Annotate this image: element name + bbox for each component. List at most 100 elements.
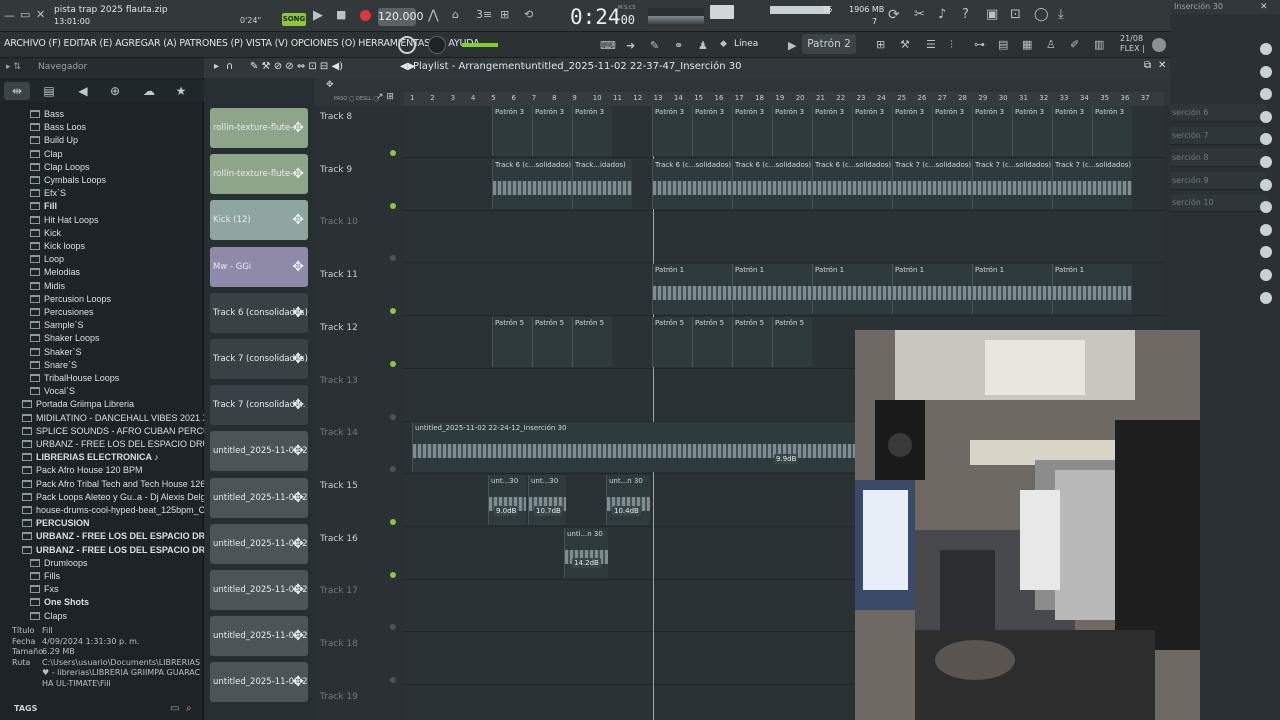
- metronome-icon[interactable]: ⋀: [428, 8, 439, 23]
- browser-folder[interactable]: URBANZ - FREE LOS DEL ESPACIO DRUM KIT: [22, 530, 204, 543]
- browser-folder[interactable]: SPLICE SOUNDS - AFRO CUBAN PERCUSSION: [22, 425, 204, 438]
- pattern-clip[interactable]: Patrón 3: [852, 106, 892, 156]
- track-name[interactable]: Track 15: [320, 481, 404, 491]
- browser-folder[interactable]: Clap: [30, 148, 63, 161]
- pattern-clip[interactable]: Patrón 1: [1052, 264, 1132, 315]
- browser-folder[interactable]: Hit Hat Loops: [30, 214, 99, 227]
- tool-icons[interactable]: ✎ ⚒ ⊘ ⊘ ⇔ ⊡ ⊟ ◀): [250, 61, 343, 72]
- insert-knob[interactable]: [1260, 88, 1272, 101]
- pattern-drag-icon[interactable]: ✥: [292, 154, 304, 194]
- insert-knob[interactable]: [1260, 178, 1272, 191]
- pattern-clip[interactable]: Patrón 5: [572, 316, 612, 367]
- brush-icon[interactable]: ✐: [1070, 38, 1079, 51]
- track-name[interactable]: Track 18: [320, 639, 404, 649]
- audio-clip[interactable]: Track 6 (c...solidados): [492, 158, 572, 209]
- arrow-icon[interactable]: ➜: [626, 39, 635, 52]
- browser-folder[interactable]: Shaker Loops: [30, 332, 100, 345]
- audio-clip[interactable]: Track 6 (c...solidados): [652, 158, 732, 209]
- loop-record-icon[interactable]: ⟲: [524, 8, 533, 21]
- timeline-ruler[interactable]: 1 2 3 4 5 6 7 8 9 10 11 12 13 14 15 16 17 18 19 20 21 22 23 24 2…: [404, 92, 1164, 106]
- browser-folder[interactable]: One Shots: [30, 596, 89, 609]
- pattern-clip[interactable]: Patrón 3: [652, 106, 692, 156]
- world-tab-icon[interactable]: ⊕: [102, 82, 128, 100]
- tempo-display[interactable]: 120.000: [378, 8, 424, 26]
- pattern-drag-icon[interactable]: ✥: [292, 478, 304, 518]
- play-icon[interactable]: ▶: [313, 8, 323, 23]
- save-icon[interactable]: ▣: [986, 7, 998, 22]
- audio-clip[interactable]: Track 7 (c...solidados): [1052, 158, 1132, 209]
- minimize-icon[interactable]: —: [4, 9, 15, 22]
- browser-folder[interactable]: Bass Loos: [30, 121, 86, 134]
- magnet-icon[interactable]: ∩: [226, 61, 233, 72]
- browser-folder[interactable]: TribalHouse Loops: [30, 372, 119, 385]
- insert-knob[interactable]: [1260, 246, 1272, 259]
- browser-folder[interactable]: Build Up: [30, 134, 78, 147]
- pattern-clip[interactable]: Patrón 3: [692, 106, 732, 156]
- window-restore-icon[interactable]: ⧉: [1144, 60, 1151, 71]
- browser-folder[interactable]: Percusiones: [30, 306, 94, 319]
- track-mute-led[interactable]: [390, 518, 396, 525]
- track-mute-led[interactable]: [390, 360, 396, 367]
- pattern-clip[interactable]: Patrón 3: [1012, 106, 1052, 156]
- pattern-drag-icon[interactable]: ✥: [292, 662, 304, 702]
- all-tab-icon[interactable]: ⇹: [4, 82, 30, 100]
- audio-clip[interactable]: Track 6 (c...solidados): [812, 158, 892, 209]
- restore-icon[interactable]: ▭: [20, 8, 30, 21]
- browser-folder[interactable]: Sample`S: [30, 319, 84, 332]
- track-mute-led[interactable]: [390, 677, 396, 683]
- pattern-drag-icon[interactable]: ✥: [292, 385, 304, 425]
- pattern-drag-icon[interactable]: ✥: [292, 524, 304, 564]
- insert-knob[interactable]: [1260, 223, 1272, 236]
- window-close-icon[interactable]: ✕: [1158, 60, 1166, 71]
- track-mute-led[interactable]: [390, 624, 396, 631]
- track-mute-led[interactable]: [390, 413, 396, 420]
- pattern-item[interactable]: Kick (12) ✥: [210, 200, 308, 241]
- insert-knob[interactable]: [1260, 110, 1272, 123]
- master-volume-meter[interactable]: [710, 5, 734, 19]
- browser-folder[interactable]: Bass: [30, 108, 64, 121]
- browser-folder[interactable]: Fxs: [30, 583, 59, 596]
- song-mode-toggle[interactable]: SONG: [282, 13, 306, 26]
- mixer-insert[interactable]: serción 8: [1170, 149, 1266, 167]
- browser-folder[interactable]: Efx`S: [30, 187, 66, 200]
- document-icon[interactable]: ▤: [998, 38, 1008, 51]
- track-mute-led[interactable]: [390, 466, 396, 473]
- browser-folder[interactable]: Fills: [30, 570, 60, 583]
- browser-folder[interactable]: Midis: [30, 280, 65, 293]
- pattern-clip[interactable]: Patrón 3: [532, 106, 572, 156]
- track-name[interactable]: Track 8: [320, 112, 404, 122]
- pattern-clip[interactable]: Patrón 5: [772, 316, 812, 367]
- main-volume-knob[interactable]: [398, 36, 416, 54]
- audio-clip[interactable]: unt...30: [488, 474, 526, 525]
- insert-knob[interactable]: [1260, 156, 1272, 168]
- browser-folder[interactable]: Snare`S: [30, 359, 77, 372]
- browser-folder[interactable]: LIBRERIAS ELECTRONICA ♪: [22, 451, 159, 464]
- download-icon[interactable]: ⤓: [1058, 7, 1064, 22]
- pattern-add-icon[interactable]: ✥: [326, 80, 334, 90]
- browser-folder[interactable]: Clap Loops: [30, 161, 90, 174]
- browser-folder[interactable]: Pack Loops Aleteo y Gu..a - Dj Alexis De…: [22, 491, 204, 504]
- browser-folder[interactable]: Claps: [30, 610, 67, 623]
- track-mute-led[interactable]: [390, 571, 396, 578]
- piano-roll-icon[interactable]: ☰: [926, 38, 936, 51]
- pattern-clip[interactable]: Patrón 1: [652, 264, 732, 315]
- tools-icon[interactable]: ✂: [914, 7, 925, 22]
- pattern-clip[interactable]: Patrón 1: [732, 264, 812, 315]
- mixer-icon[interactable]: ⫶: [950, 38, 953, 52]
- browser-folder[interactable]: Loop: [30, 253, 64, 266]
- search-icon[interactable]: ⌕: [186, 703, 192, 714]
- insert-knob[interactable]: [1260, 43, 1272, 55]
- pattern-item[interactable]: Track 7 (consolidado.. ✥: [210, 385, 308, 426]
- mixer-insert[interactable]: serción 9: [1170, 171, 1266, 190]
- pattern-drag-icon[interactable]: ✥: [292, 616, 304, 656]
- mixer-close-icon[interactable]: ✕: [1260, 2, 1268, 12]
- pattern-clip[interactable]: Patrón 5: [732, 316, 772, 367]
- pattern-clip[interactable]: Patrón 3: [932, 106, 972, 156]
- browser-folder[interactable]: PERCUSION: [22, 517, 90, 530]
- track-row[interactable]: [404, 211, 1164, 264]
- microphone-icon[interactable]: ♪: [938, 7, 946, 22]
- snap-icon[interactable]: ◆: [720, 39, 727, 49]
- track-mute-led[interactable]: [390, 202, 396, 209]
- pattern-clip[interactable]: Patrón 5: [692, 316, 732, 367]
- wait-icon[interactable]: ⌂: [452, 8, 459, 21]
